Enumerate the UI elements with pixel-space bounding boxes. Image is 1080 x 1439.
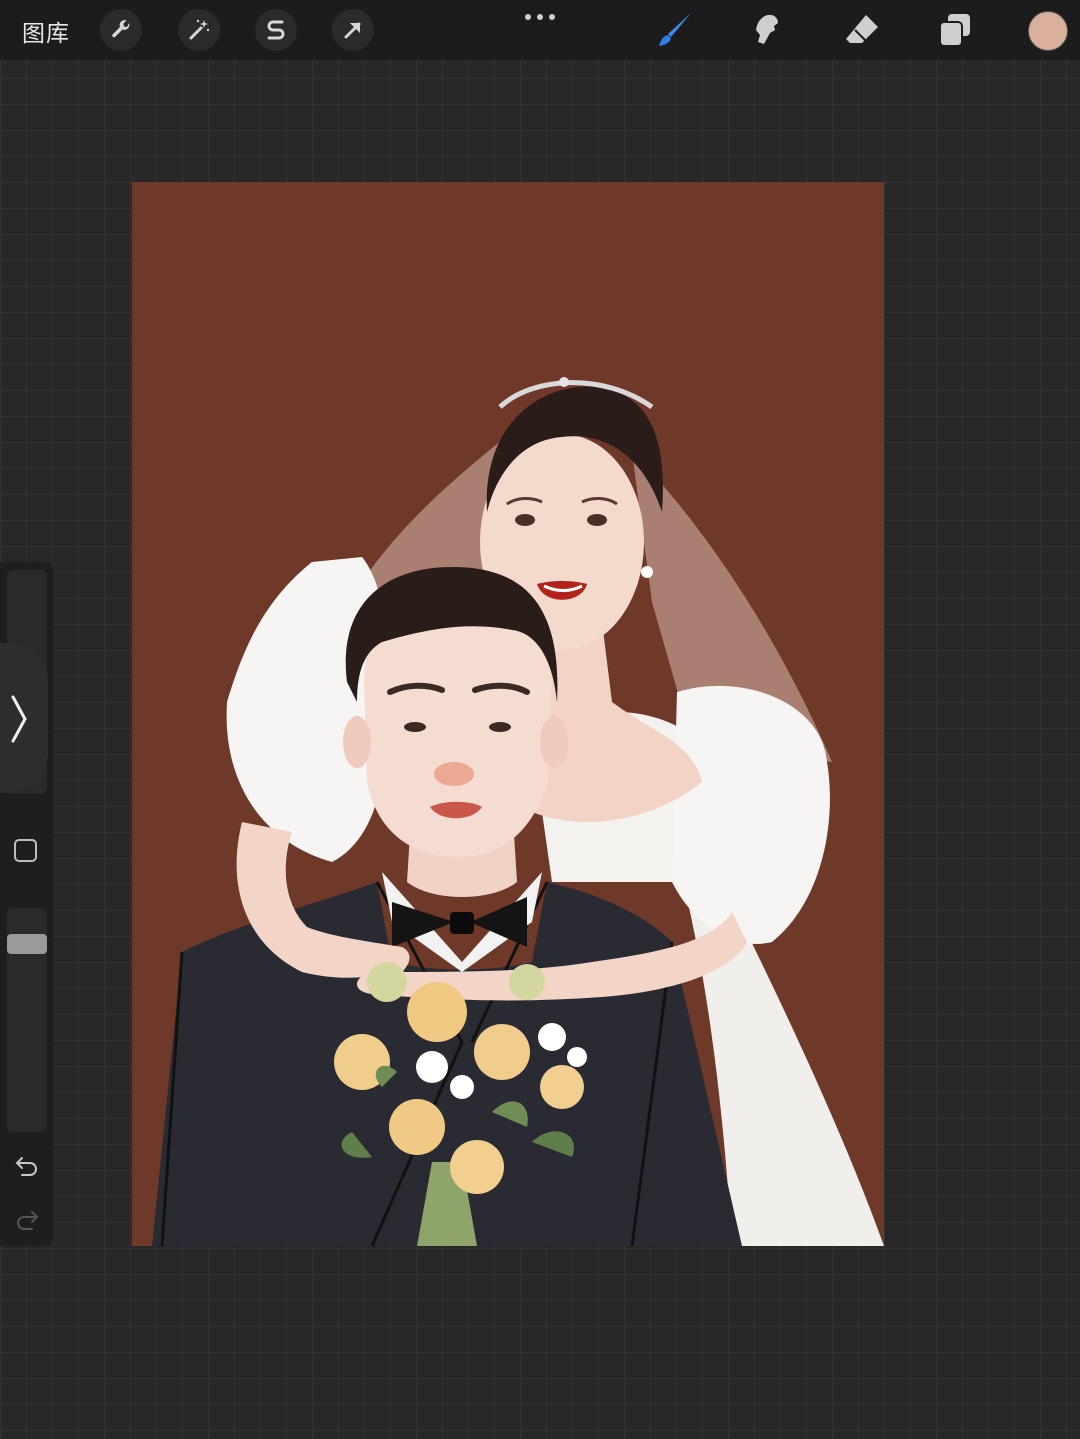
brush-icon bbox=[659, 13, 691, 46]
wedding-couple-illustration bbox=[152, 377, 884, 1246]
smudge-icon bbox=[756, 14, 778, 44]
brush-tool-button[interactable] bbox=[655, 10, 695, 50]
modify-square-icon[interactable] bbox=[14, 839, 37, 862]
selection-button[interactable] bbox=[255, 9, 297, 51]
redo-icon[interactable] bbox=[14, 1208, 40, 1232]
more-options-icon[interactable] bbox=[524, 6, 556, 24]
smudge-tool-button[interactable] bbox=[748, 10, 788, 50]
artwork-canvas[interactable] bbox=[132, 182, 884, 1246]
color-picker-button[interactable] bbox=[1028, 11, 1068, 51]
sidebar-expand-tab[interactable] bbox=[0, 643, 48, 793]
top-toolbar: 图库 bbox=[0, 0, 1080, 60]
magic-wand-icon bbox=[189, 19, 210, 40]
adjustments-button[interactable] bbox=[178, 9, 220, 51]
opacity-thumb[interactable] bbox=[7, 934, 47, 954]
wrench-icon bbox=[112, 20, 130, 38]
transform-button[interactable] bbox=[332, 9, 374, 51]
layers-button[interactable] bbox=[935, 10, 975, 50]
eraser-icon bbox=[846, 15, 878, 43]
expand-chevron-icon bbox=[11, 695, 27, 743]
bride-left-sleeve bbox=[226, 557, 386, 862]
bride-right-sleeve bbox=[672, 685, 830, 944]
actions-button[interactable] bbox=[100, 9, 142, 51]
selection-s-icon bbox=[267, 20, 285, 40]
gallery-button[interactable]: 图库 bbox=[22, 14, 70, 48]
layers-icon bbox=[939, 14, 970, 47]
move-arrow-icon bbox=[344, 22, 361, 39]
undo-icon[interactable] bbox=[14, 1154, 40, 1178]
eraser-tool-button[interactable] bbox=[842, 10, 882, 50]
